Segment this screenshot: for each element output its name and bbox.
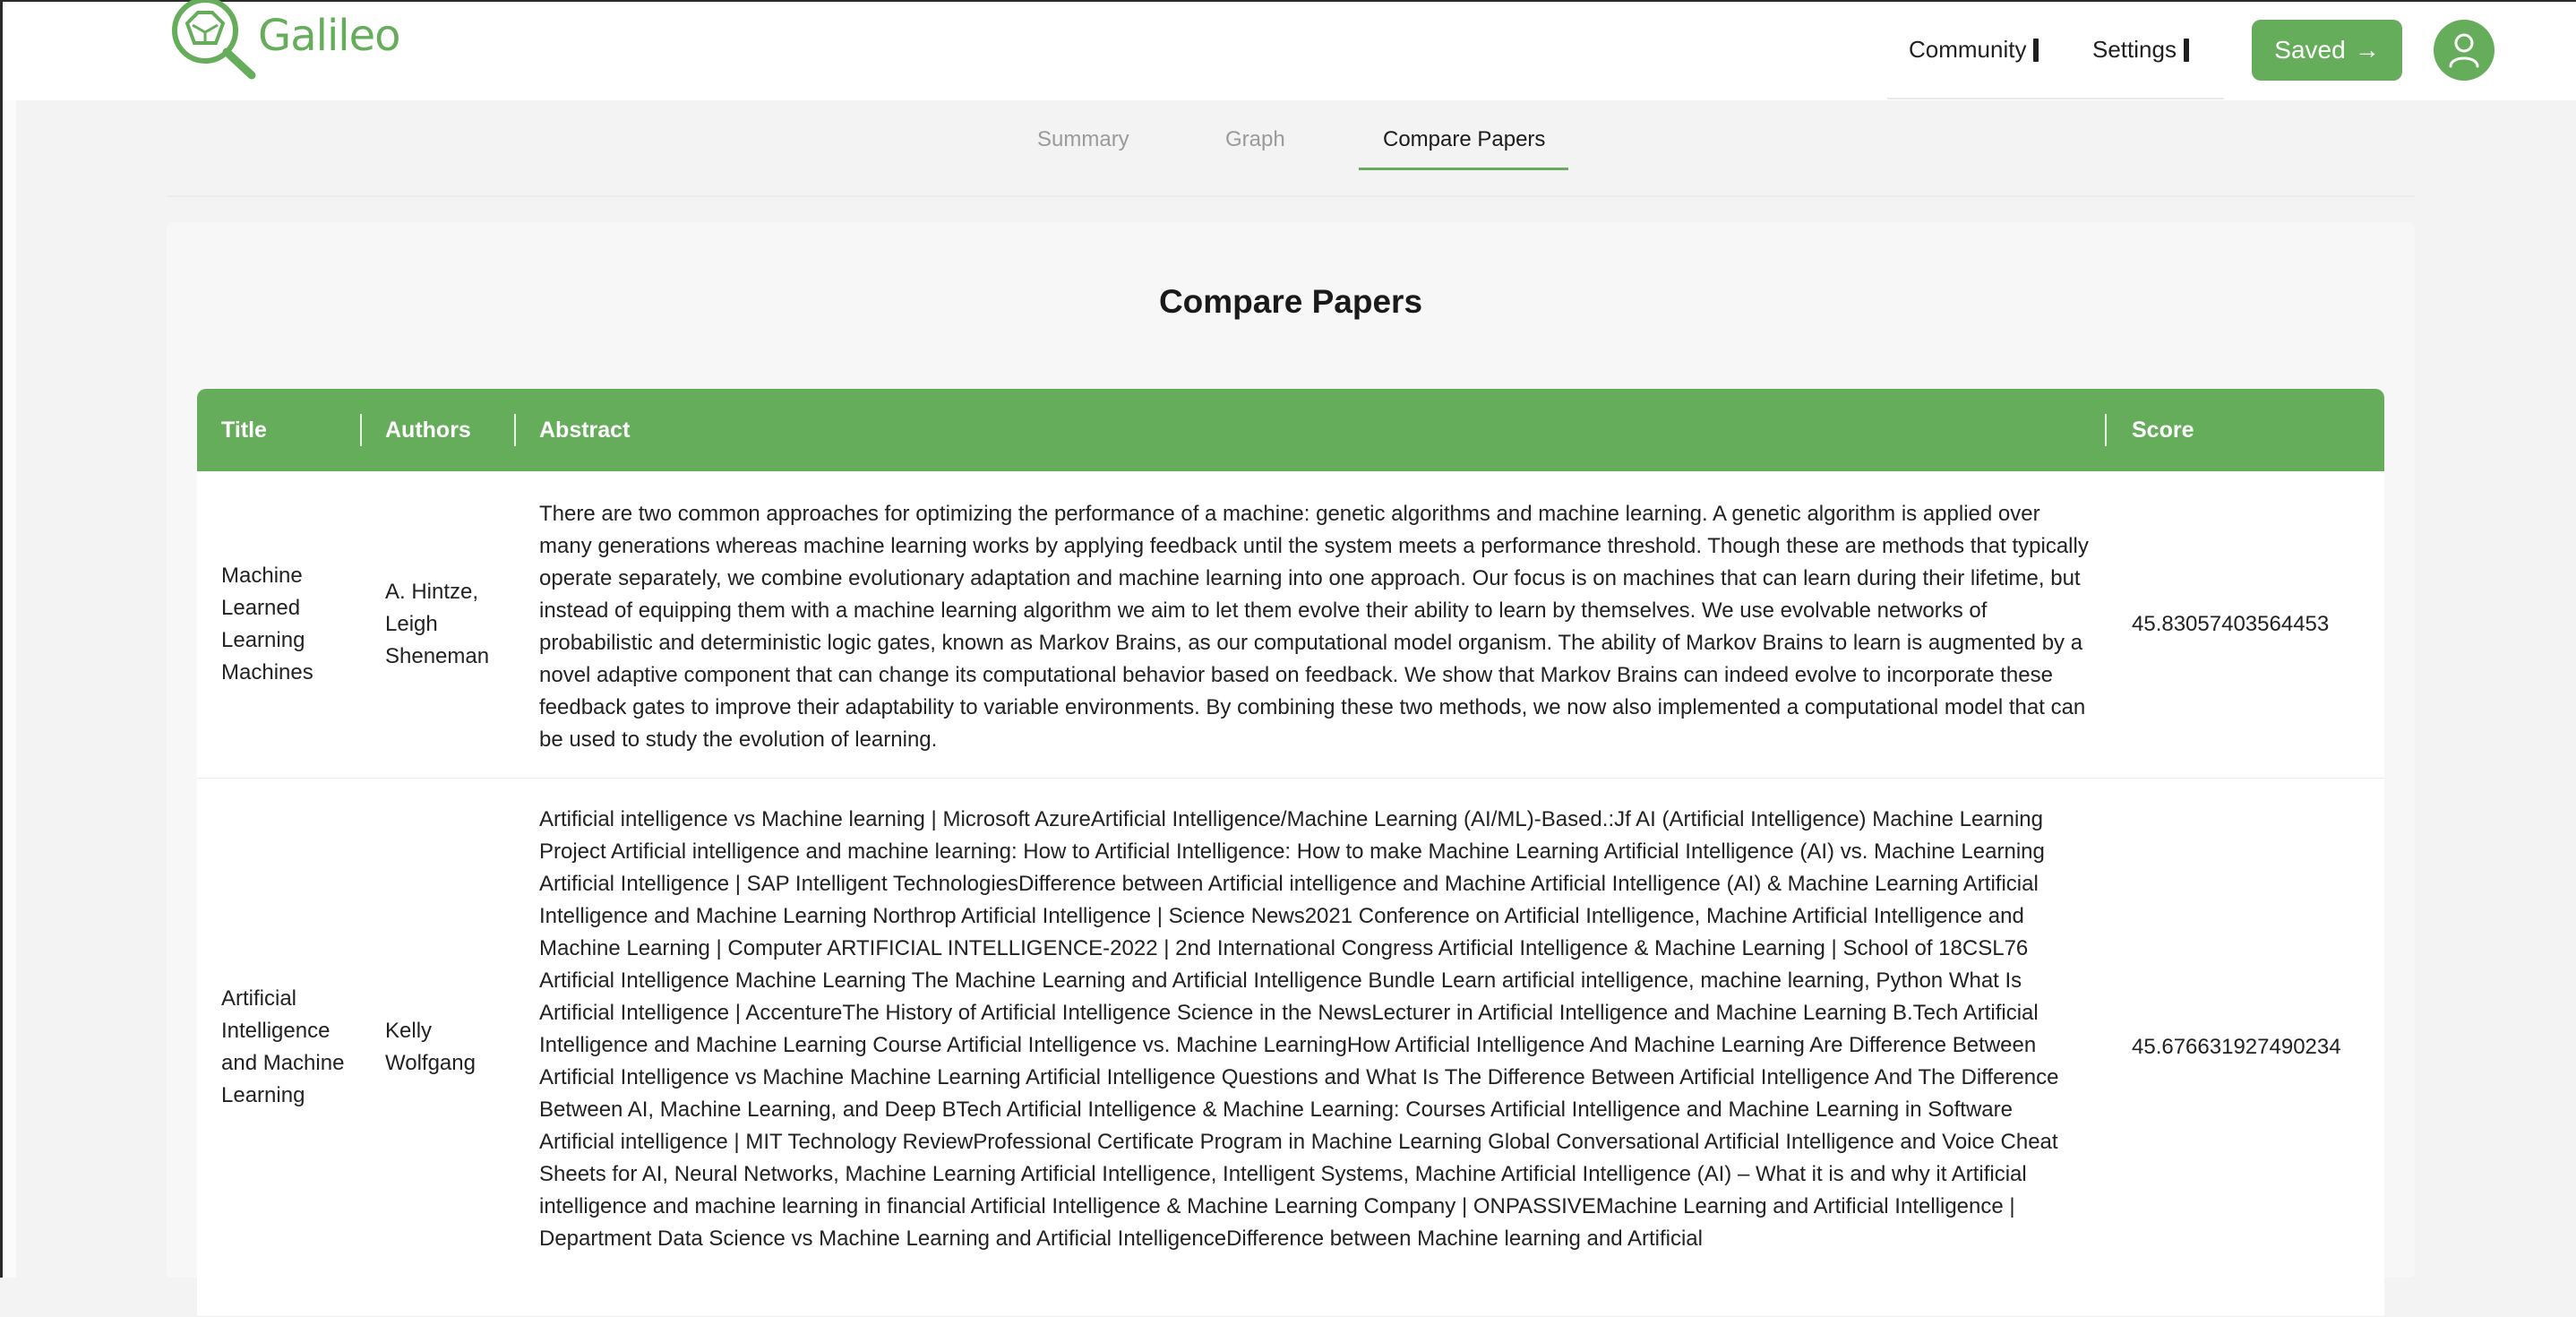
- nav-settings[interactable]: Settings: [2092, 36, 2189, 64]
- caret-icon: [2033, 38, 2039, 62]
- compare-table: Title Authors Abstract Score Machine Lea…: [197, 389, 2384, 1317]
- table-row[interactable]: Artificial Intelligence and Machine Lear…: [197, 779, 2384, 1317]
- paper-title[interactable]: Artificial Intelligence and Machine Lear…: [221, 779, 356, 1316]
- column-header-score[interactable]: Score: [2132, 389, 2194, 471]
- paper-abstract: Artificial intelligence vs Machine learn…: [539, 807, 2059, 1251]
- paper-title[interactable]: Machine Learned Learning Machines: [221, 471, 356, 778]
- column-resizer[interactable]: [360, 414, 362, 446]
- table-header: Title Authors Abstract Score: [197, 389, 2384, 471]
- nav-settings-label: Settings: [2092, 36, 2177, 63]
- user-avatar-button[interactable]: [2434, 20, 2494, 81]
- column-header-abstract[interactable]: Abstract: [539, 389, 630, 471]
- saved-button-label: Saved: [2274, 36, 2346, 64]
- active-tab-indicator: [1359, 168, 1568, 170]
- paper-score: 45.83057403564453: [2132, 612, 2330, 636]
- saved-button[interactable]: Saved →: [2252, 20, 2402, 81]
- paper-authors: A. Hintze, Leigh Sheneman: [385, 580, 490, 668]
- tab-compare-papers[interactable]: Compare Papers: [1383, 127, 1545, 152]
- nav-community-label: Community: [1909, 36, 2027, 63]
- tab-summary[interactable]: Summary: [1037, 127, 1129, 152]
- table-row[interactable]: Machine Learned Learning Machines A. Hin…: [197, 471, 2384, 779]
- compare-papers-card: Compare Papers Title Authors Abstract Sc…: [167, 222, 2415, 1317]
- galileo-logo-icon[interactable]: [166, 0, 264, 82]
- column-header-title[interactable]: Title: [221, 389, 267, 471]
- column-header-authors[interactable]: Authors: [385, 389, 471, 471]
- logo-text[interactable]: Galileo: [258, 11, 401, 61]
- caret-icon: [2183, 38, 2189, 62]
- user-icon: [2449, 33, 2479, 68]
- view-tabs: Summary Graph Compare Papers: [16, 99, 2576, 199]
- page-title: Compare Papers: [1158, 283, 1423, 320]
- paper-score: 45.676631927490234: [2132, 1035, 2341, 1059]
- top-header: Galileo Community Settings Saved →: [3, 0, 2576, 100]
- column-resizer[interactable]: [2105, 414, 2107, 446]
- page-gutter: [3, 99, 16, 1278]
- paper-abstract: There are two common approaches for opti…: [539, 502, 2089, 752]
- paper-authors: Kelly Wolfgang: [385, 1019, 476, 1075]
- arrow-right-icon: →: [2354, 36, 2380, 64]
- tabs-divider: [167, 195, 2415, 197]
- tab-graph[interactable]: Graph: [1225, 127, 1285, 152]
- column-resizer[interactable]: [514, 414, 516, 446]
- nav-community[interactable]: Community: [1909, 36, 2039, 64]
